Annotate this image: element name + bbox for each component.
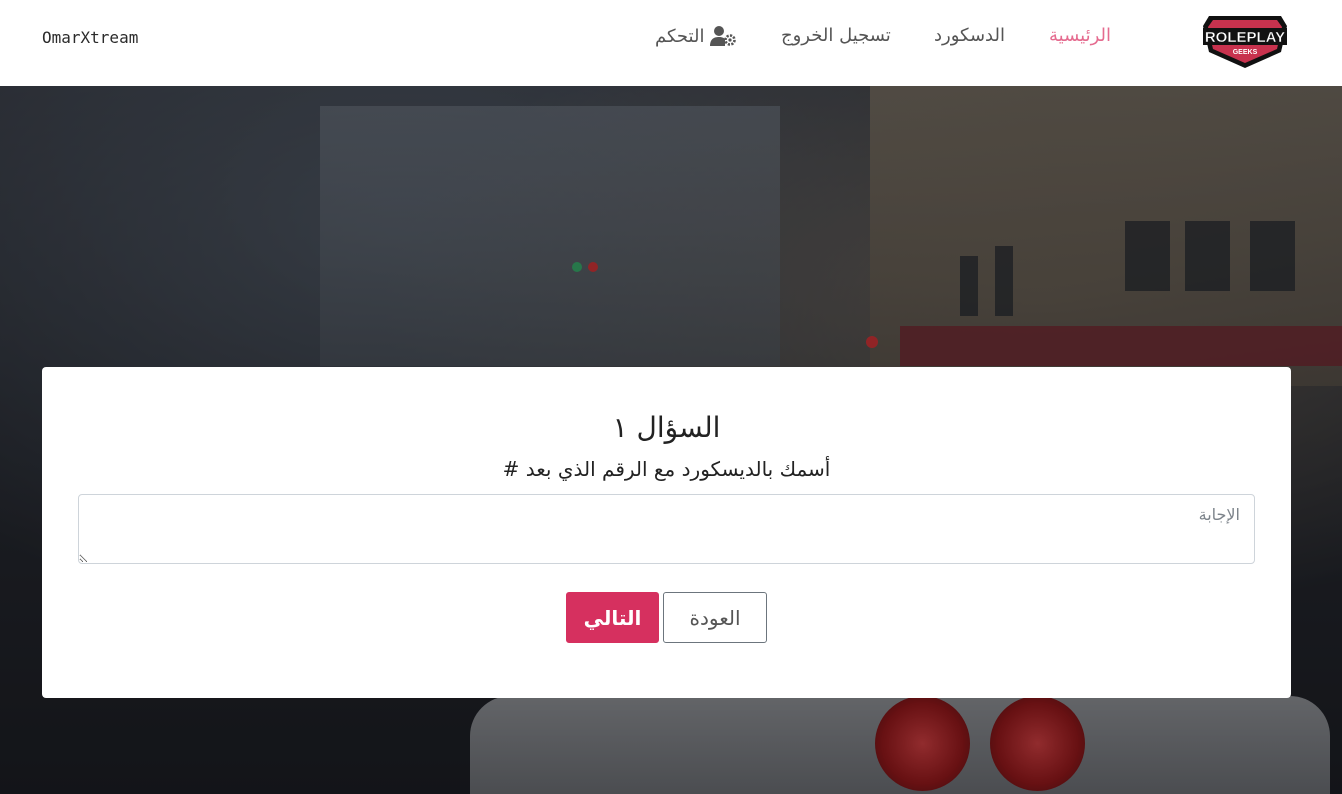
nav-link-panel-label: التحكم bbox=[655, 25, 705, 47]
nav-link-home[interactable]: الرئيسية bbox=[1049, 25, 1111, 46]
users-cog-icon bbox=[710, 26, 737, 46]
roleplay-geeks-logo[interactable]: ROLEPLAY GEEKS bbox=[1199, 12, 1291, 70]
nav-link-panel[interactable]: التحكم bbox=[655, 25, 737, 47]
answer-textarea[interactable] bbox=[78, 494, 1255, 564]
next-button[interactable]: التالي bbox=[566, 592, 659, 643]
nav-link-logout[interactable]: تسجيل الخروج bbox=[781, 25, 891, 46]
nav-link-discord[interactable]: الدسكورد bbox=[934, 25, 1005, 46]
back-button[interactable]: العودة bbox=[663, 592, 767, 643]
username-label: OmarXtream bbox=[42, 28, 139, 47]
logo-text-bottom: GEEKS bbox=[1233, 49, 1258, 56]
question-card: السؤال ١ أسمك بالديسكورد مع الرقم الذي ب… bbox=[42, 367, 1291, 698]
question-title: السؤال ١ bbox=[612, 411, 721, 444]
logo-text-top: ROLEPLAY bbox=[1205, 29, 1285, 46]
top-navbar: OmarXtream التحكم تسجيل الخروج الدسكورد … bbox=[0, 0, 1342, 86]
question-text: أسمك بالديسكورد مع الرقم الذي بعد # bbox=[502, 457, 831, 481]
